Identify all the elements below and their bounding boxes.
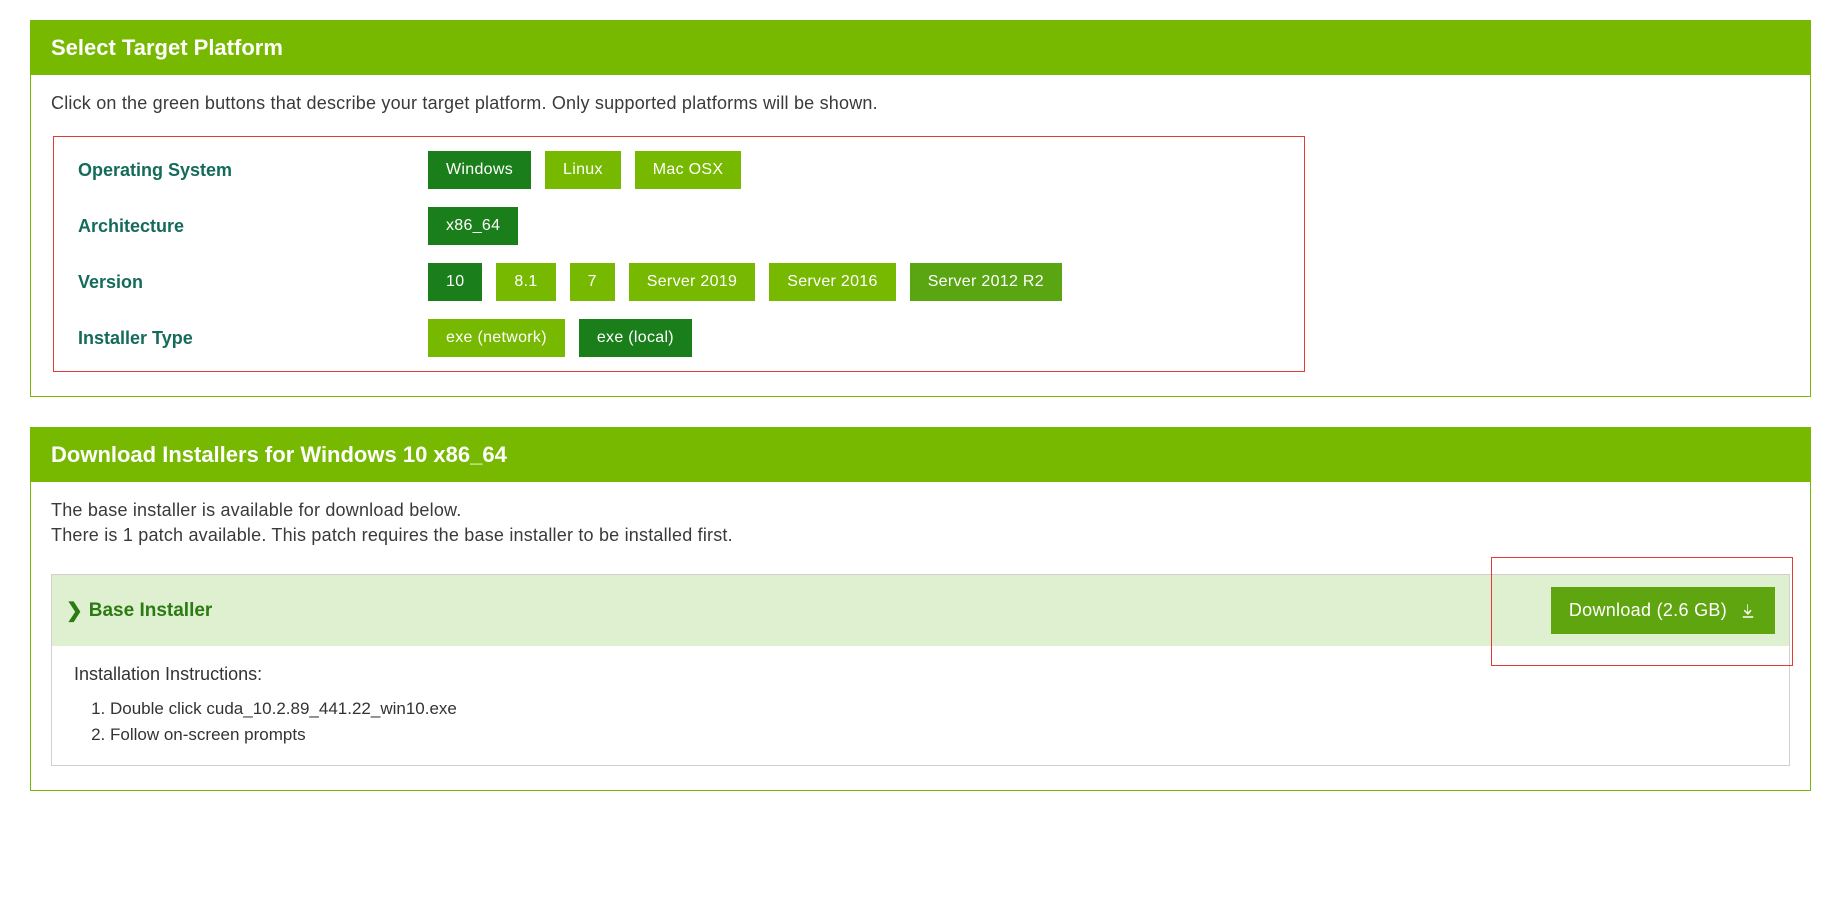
option-button[interactable]: Server 2016 xyxy=(769,263,895,301)
download-wrap: Download (2.6 GB) xyxy=(1551,587,1775,634)
install-panel-header: Download Installers for Windows 10 x86_6… xyxy=(31,428,1810,482)
download-label: Download (2.6 GB) xyxy=(1569,600,1727,621)
download-button[interactable]: Download (2.6 GB) xyxy=(1551,587,1775,634)
install-intro-1: There is 1 patch available. This patch r… xyxy=(51,525,1790,546)
installer-section-title: Base Installer xyxy=(89,600,213,622)
option-button[interactable]: exe (local) xyxy=(579,319,692,357)
platform-panel-body: Click on the green buttons that describe… xyxy=(31,75,1810,396)
platform-panel: Select Target Platform Click on the gree… xyxy=(30,20,1811,397)
instruction-item: Double click cuda_10.2.89_441.22_win10.e… xyxy=(110,699,1767,719)
platform-intro: Click on the green buttons that describe… xyxy=(51,93,1790,114)
installer-title-wrap[interactable]: ❯ Base Installer xyxy=(66,598,212,623)
platform-title: Select Target Platform xyxy=(51,35,283,60)
option-button[interactable]: exe (network) xyxy=(428,319,565,357)
option-row: 10 8.1 7 Server 2019 Server 2016 Server 2012 … xyxy=(428,263,1290,301)
option-button[interactable]: 7 xyxy=(570,263,615,301)
option-button[interactable]: 8.1 xyxy=(496,263,555,301)
installer-block: ❯ Base Installer Download (2.6 GB) xyxy=(51,574,1790,766)
option-row: exe (network) exe (local) xyxy=(428,319,1290,357)
option-row: Windows Linux Mac OSX xyxy=(428,151,1290,189)
install-panel: Download Installers for Windows 10 x86_6… xyxy=(30,427,1811,791)
option-button[interactable]: Linux xyxy=(545,151,621,189)
selector-label: Architecture xyxy=(68,216,428,237)
option-button[interactable]: x86_64 xyxy=(428,207,518,245)
selector-label: Installer Type xyxy=(68,328,428,349)
option-button[interactable]: 10 xyxy=(428,263,482,301)
install-intro-0: The base installer is available for down… xyxy=(51,500,1790,521)
instructions: Installation Instructions: Double click … xyxy=(52,646,1789,765)
selector-label: Version xyxy=(68,272,428,293)
selector-label: Operating System xyxy=(68,160,428,181)
platform-panel-header: Select Target Platform xyxy=(31,21,1810,75)
instruction-item: Follow on-screen prompts xyxy=(110,725,1767,745)
install-panel-body: The base installer is available for down… xyxy=(31,482,1810,790)
option-button[interactable]: Server 2019 xyxy=(629,263,755,301)
option-button[interactable]: Windows xyxy=(428,151,531,189)
option-button[interactable]: Mac OSX xyxy=(635,151,742,189)
chevron-right-icon: ❯ xyxy=(66,598,83,623)
instructions-list: Double click cuda_10.2.89_441.22_win10.e… xyxy=(74,699,1767,745)
option-button[interactable]: Server 2012 R2 xyxy=(910,263,1062,301)
option-row: x86_64 xyxy=(428,207,1290,245)
installer-header: ❯ Base Installer Download (2.6 GB) xyxy=(52,575,1789,646)
platform-selector-grid: Operating SystemWindows Linux Mac OSX Archi… xyxy=(53,136,1305,372)
instructions-title: Installation Instructions: xyxy=(74,664,1767,685)
download-icon xyxy=(1739,602,1757,620)
install-title: Download Installers for Windows 10 x86_6… xyxy=(51,442,507,467)
